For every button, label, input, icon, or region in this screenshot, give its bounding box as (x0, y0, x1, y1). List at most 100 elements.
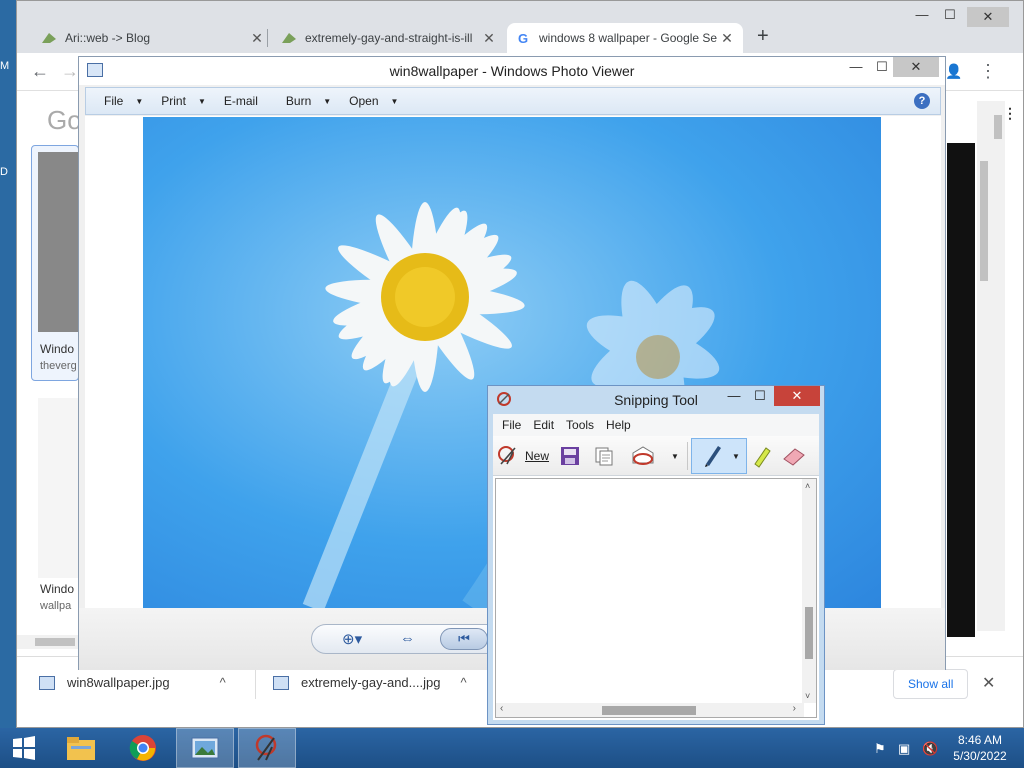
scrollbar-thumb[interactable] (35, 638, 75, 646)
help-icon[interactable]: ? (914, 93, 930, 109)
forward-button[interactable]: → (61, 61, 79, 82)
snipping-tool-window: Snipping Tool — ☐ ✕ File Edit Tools Help… (487, 385, 825, 725)
scroll-left-icon[interactable]: ‹ (500, 703, 503, 714)
close-downloads-button[interactable]: ✕ (982, 673, 995, 693)
image-file-icon (39, 675, 55, 690)
scrollbar-thumb[interactable] (805, 607, 813, 659)
leaf-favicon-icon (41, 30, 57, 46)
close-button[interactable]: ✕ (967, 7, 1009, 27)
title-bar: Snipping Tool — ☐ ✕ (488, 386, 824, 414)
show-all-button[interactable]: Show all (893, 669, 969, 699)
desktop-edge-text: D (0, 166, 8, 178)
clock-time: 8:46 AM (957, 733, 1003, 747)
maximize-button[interactable]: ☐ (748, 388, 772, 404)
download-filename: extremely-gay-and....jpg (301, 675, 441, 690)
image-result-card[interactable]: Windo wallpa (31, 391, 79, 621)
toolbar-divider (687, 442, 688, 470)
menu-file[interactable]: File ▼ (104, 94, 143, 108)
scrollbar-thumb[interactable] (980, 161, 988, 281)
menu-label: Print (161, 94, 186, 108)
scroll-right-icon[interactable]: › (793, 703, 796, 714)
horizontal-scrollbar[interactable] (17, 635, 79, 649)
taskbar-photo-viewer[interactable] (176, 728, 234, 768)
chevron-up-icon[interactable]: ^ (460, 675, 466, 690)
profile-icon[interactable]: 👤 (945, 63, 962, 80)
snipping-tool-body: File Edit Tools Help New ▼ ▼ ˄ ˅ ‹ › (493, 414, 819, 720)
menu-email[interactable]: E-mail (224, 94, 258, 108)
chevron-up-icon[interactable]: ^ (220, 675, 226, 690)
google-logo[interactable]: Go (47, 105, 82, 136)
send-dropdown-icon[interactable]: ▼ (671, 444, 679, 468)
download-item[interactable]: win8wallpaper.jpg ^ (39, 675, 226, 690)
copy-icon[interactable] (593, 444, 615, 468)
previous-button[interactable]: ⏮ (440, 628, 488, 650)
tab-google-search[interactable]: G windows 8 wallpaper - Google Se ✕ (507, 23, 743, 53)
tab-strip: Ari::web -> Blog ✕ extremely-gay-and-str… (17, 1, 1023, 53)
new-tab-button[interactable]: + (757, 25, 769, 48)
volume-muted-icon[interactable]: 🔇 (922, 741, 938, 757)
horizontal-scrollbar[interactable]: ‹ › (496, 703, 804, 717)
new-snip-button[interactable]: New (497, 444, 549, 468)
pen-icon (702, 442, 724, 471)
download-divider (255, 669, 256, 699)
tab-close-icon[interactable]: ✕ (249, 30, 265, 47)
eraser-icon[interactable] (781, 444, 807, 468)
clock-date: 5/30/2022 (953, 749, 1007, 763)
scroll-down-icon[interactable]: ˅ (805, 691, 810, 701)
system-clock[interactable]: 8:46 AM 5/30/2022 (948, 732, 1012, 764)
taskbar-file-explorer[interactable] (52, 728, 110, 768)
browser-menu-button[interactable]: ⋮ (979, 61, 997, 82)
image-result-card[interactable]: Windo theverg (31, 145, 79, 381)
scissors-icon (497, 444, 519, 469)
pen-tool-button[interactable]: ▼ (691, 438, 747, 474)
preview-scrollbar[interactable] (977, 101, 991, 631)
menu-print[interactable]: Print ▼ (161, 94, 206, 108)
dropdown-arrow-icon: ▼ (390, 96, 399, 106)
zoom-icon[interactable]: ⊕▾ (342, 630, 362, 648)
folder-icon (67, 737, 95, 760)
chrome-icon (129, 735, 156, 761)
minimize-button[interactable]: — (907, 7, 937, 22)
maximize-button[interactable]: ☐ (935, 7, 965, 23)
download-filename: win8wallpaper.jpg (67, 675, 170, 690)
actual-size-icon[interactable]: ⇔ (400, 630, 415, 647)
close-button[interactable]: ✕ (774, 386, 820, 406)
result-thumbnail (38, 398, 78, 578)
scroll-up-icon[interactable]: ˄ (805, 481, 810, 491)
tab-title: extremely-gay-and-straight-is-ill (305, 31, 473, 45)
snipping-tool-icon (255, 734, 277, 761)
pen-dropdown-icon[interactable]: ▼ (732, 452, 740, 461)
image-file-icon (273, 675, 289, 690)
menu-burn[interactable]: Burn ▼ (286, 94, 331, 108)
tab-close-icon[interactable]: ✕ (719, 30, 735, 47)
menu-help[interactable]: Help (606, 418, 631, 432)
menu-edit[interactable]: Edit (533, 418, 554, 432)
taskbar-snipping-tool[interactable] (238, 728, 296, 768)
menu-open[interactable]: Open ▼ (349, 94, 398, 108)
tab-extremely-gay[interactable]: extremely-gay-and-straight-is-ill ✕ (273, 23, 505, 53)
back-button[interactable]: ← (31, 61, 49, 82)
window-title: win8wallpaper - Windows Photo Viewer (389, 63, 635, 79)
start-button[interactable] (0, 728, 48, 768)
scrollbar-thumb[interactable] (994, 115, 1002, 139)
highlighter-icon[interactable] (751, 444, 773, 468)
vertical-scrollbar[interactable]: ˄ ˅ (802, 479, 816, 703)
tab-close-icon[interactable]: ✕ (481, 30, 497, 47)
close-button[interactable]: ✕ (893, 57, 939, 77)
taskbar-chrome[interactable] (114, 728, 172, 768)
download-item[interactable]: extremely-gay-and....jpg ^ (273, 675, 467, 690)
scrollbar-thumb[interactable] (602, 706, 696, 715)
menu-file[interactable]: File (502, 418, 521, 432)
minimize-button[interactable]: — (722, 388, 746, 403)
tab-title: Ari::web -> Blog (65, 31, 151, 45)
send-snip-icon[interactable] (631, 444, 659, 468)
save-icon[interactable] (559, 444, 581, 468)
page-scrollbar[interactable] (991, 101, 1005, 631)
action-center-flag-icon[interactable]: ⚑ (874, 741, 886, 757)
dropdown-arrow-icon: ▼ (135, 96, 144, 106)
network-icon[interactable]: ▣ (898, 741, 910, 757)
tab-ari-web-blog[interactable]: Ari::web -> Blog ✕ (33, 23, 273, 53)
result-source: wallpa (40, 600, 72, 612)
menu-tools[interactable]: Tools (566, 418, 594, 432)
new-label: New (525, 449, 550, 463)
